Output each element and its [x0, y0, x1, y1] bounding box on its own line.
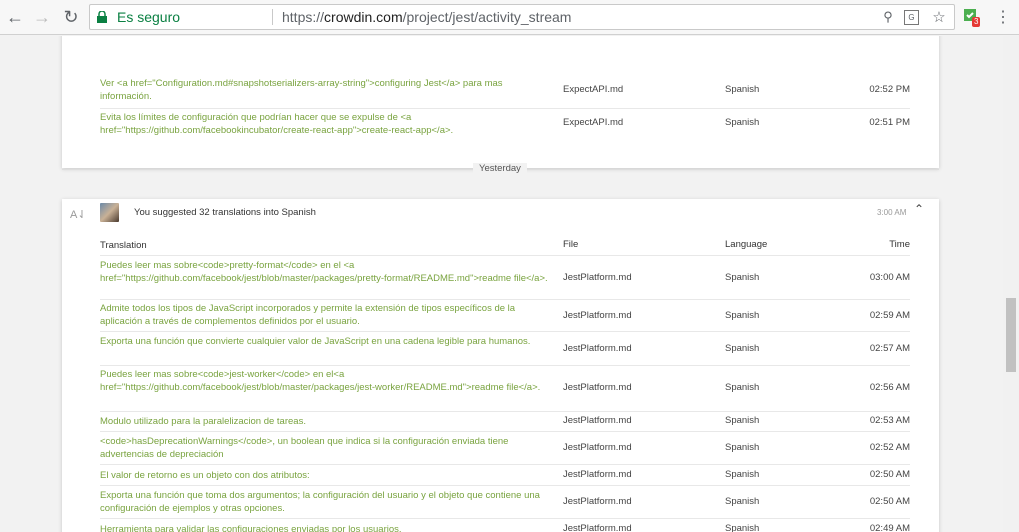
- language: Spanish: [725, 272, 760, 283]
- time: 02:57 AM: [869, 343, 910, 354]
- time: 02:52 PM: [869, 84, 910, 95]
- extension-badge: 3: [972, 17, 981, 27]
- header-translation: Translation: [100, 240, 147, 251]
- translation-text[interactable]: Herramienta para validar las configuraci…: [100, 523, 552, 532]
- time: 02:51 PM: [869, 117, 910, 128]
- activity-summary: You suggested 32 translations into Spani…: [134, 207, 316, 218]
- file-name[interactable]: JestPlatform.md: [563, 272, 632, 283]
- table-row[interactable]: Modulo utilizado para la paralelizacion …: [100, 411, 910, 432]
- table-row[interactable]: Herramienta para validar las configuraci…: [100, 519, 910, 532]
- translate-activity-icon: A⇃: [70, 209, 87, 221]
- file-name[interactable]: ExpectAPI.md: [563, 117, 623, 128]
- omnibox-separator: [272, 9, 273, 25]
- star-icon[interactable]: ☆: [930, 8, 948, 26]
- url-path: /project/jest/activity_stream: [402, 9, 572, 25]
- chevron-up-icon[interactable]: ⌃: [914, 202, 924, 216]
- language: Spanish: [725, 496, 760, 507]
- file-name[interactable]: JestPlatform.md: [563, 382, 632, 393]
- activity-time: 3:00 AM: [877, 208, 907, 217]
- language: Spanish: [725, 343, 760, 354]
- header-file: File: [563, 239, 579, 250]
- translation-text[interactable]: Ver <a href="Configuration.md#snapshotse…: [100, 77, 552, 103]
- file-name[interactable]: JestPlatform.md: [563, 415, 632, 426]
- time: 02:50 AM: [869, 469, 910, 480]
- file-name[interactable]: JestPlatform.md: [563, 469, 632, 480]
- reload-icon[interactable]: ↻: [60, 6, 82, 28]
- language: Spanish: [725, 310, 760, 321]
- url-text[interactable]: https://crowdin.com/project/jest/activit…: [282, 9, 571, 25]
- activity-card: Ver <a href="Configuration.md#snapshotse…: [62, 36, 939, 168]
- menu-icon[interactable]: ⋮: [994, 7, 1012, 27]
- translation-text[interactable]: Evita los límites de configuración que p…: [100, 111, 552, 137]
- time: 02:53 AM: [869, 415, 910, 426]
- time: 02:52 AM: [869, 442, 910, 453]
- lock-icon: [97, 11, 107, 23]
- table-row[interactable]: Puedes leer mas sobre<code>jest-worker</…: [100, 365, 910, 412]
- translation-text[interactable]: Exporta una función que toma dos argumen…: [100, 489, 552, 515]
- time: 02:56 AM: [869, 382, 910, 393]
- header-time: Time: [889, 239, 910, 250]
- file-name[interactable]: ExpectAPI.md: [563, 84, 623, 95]
- file-name[interactable]: JestPlatform.md: [563, 310, 632, 321]
- browser-toolbar: ← → ↻ Es seguro https://crowdin.com/proj…: [0, 0, 1019, 35]
- language: Spanish: [725, 415, 760, 426]
- translation-text[interactable]: Modulo utilizado para la paralelizacion …: [100, 415, 552, 428]
- avatar[interactable]: [100, 203, 119, 222]
- table-row[interactable]: Exporta una función que toma dos argumen…: [100, 486, 910, 519]
- language: Spanish: [725, 382, 760, 393]
- day-label: Yesterday: [473, 163, 527, 174]
- table-header: Translation File Language Time: [100, 235, 910, 256]
- back-icon[interactable]: ←: [4, 6, 26, 28]
- table-row[interactable]: Evita los límites de configuración que p…: [100, 108, 910, 142]
- language: Spanish: [725, 469, 760, 480]
- language: Spanish: [725, 117, 760, 128]
- translation-text[interactable]: Admite todos los tipos de JavaScript inc…: [100, 302, 552, 328]
- table-row[interactable]: Exporta una función que convierte cualqu…: [100, 332, 910, 366]
- time: 03:00 AM: [869, 272, 910, 283]
- extension-icon[interactable]: 3: [962, 7, 982, 27]
- translation-text[interactable]: Puedes leer mas sobre<code>jest-worker</…: [100, 368, 552, 394]
- zoom-icon[interactable]: ⚲: [879, 8, 897, 26]
- url-scheme: https://: [282, 9, 325, 25]
- table-row[interactable]: Admite todos los tipos de JavaScript inc…: [100, 299, 910, 332]
- language: Spanish: [725, 442, 760, 453]
- time: 02:49 AM: [869, 523, 910, 532]
- table-row[interactable]: <code>hasDeprecationWarnings</code>, un …: [100, 432, 910, 465]
- header-language: Language: [725, 239, 768, 250]
- scrollbar-thumb[interactable]: [1006, 298, 1016, 372]
- translation-text[interactable]: El valor de retorno es un objeto con dos…: [100, 469, 552, 482]
- page-scrollbar[interactable]: [1003, 36, 1019, 532]
- forward-icon[interactable]: →: [31, 6, 53, 28]
- file-name[interactable]: JestPlatform.md: [563, 343, 632, 354]
- activity-stream: Ver <a href="Configuration.md#snapshotse…: [0, 36, 1003, 532]
- activity-card: A⇃ You suggested 32 translations into Sp…: [62, 199, 939, 532]
- table-row[interactable]: Puedes leer mas sobre<code>pretty-format…: [100, 256, 910, 300]
- url-host: crowdin.com: [324, 9, 403, 25]
- translation-text[interactable]: Puedes leer mas sobre<code>pretty-format…: [100, 259, 552, 285]
- time: 02:59 AM: [869, 310, 910, 321]
- language: Spanish: [725, 84, 760, 95]
- secure-label: Es seguro: [117, 9, 181, 25]
- table-row[interactable]: El valor de retorno es un objeto con dos…: [100, 465, 910, 486]
- language: Spanish: [725, 523, 760, 532]
- file-name[interactable]: JestPlatform.md: [563, 442, 632, 453]
- translate-icon[interactable]: G: [904, 10, 919, 25]
- translation-text[interactable]: <code>hasDeprecationWarnings</code>, un …: [100, 435, 552, 461]
- table-row[interactable]: Ver <a href="Configuration.md#snapshotse…: [100, 74, 910, 109]
- address-bar[interactable]: Es seguro https://crowdin.com/project/je…: [89, 4, 955, 30]
- file-name[interactable]: JestPlatform.md: [563, 523, 632, 532]
- translation-text[interactable]: Exporta una función que convierte cualqu…: [100, 335, 552, 348]
- file-name[interactable]: JestPlatform.md: [563, 496, 632, 507]
- time: 02:50 AM: [869, 496, 910, 507]
